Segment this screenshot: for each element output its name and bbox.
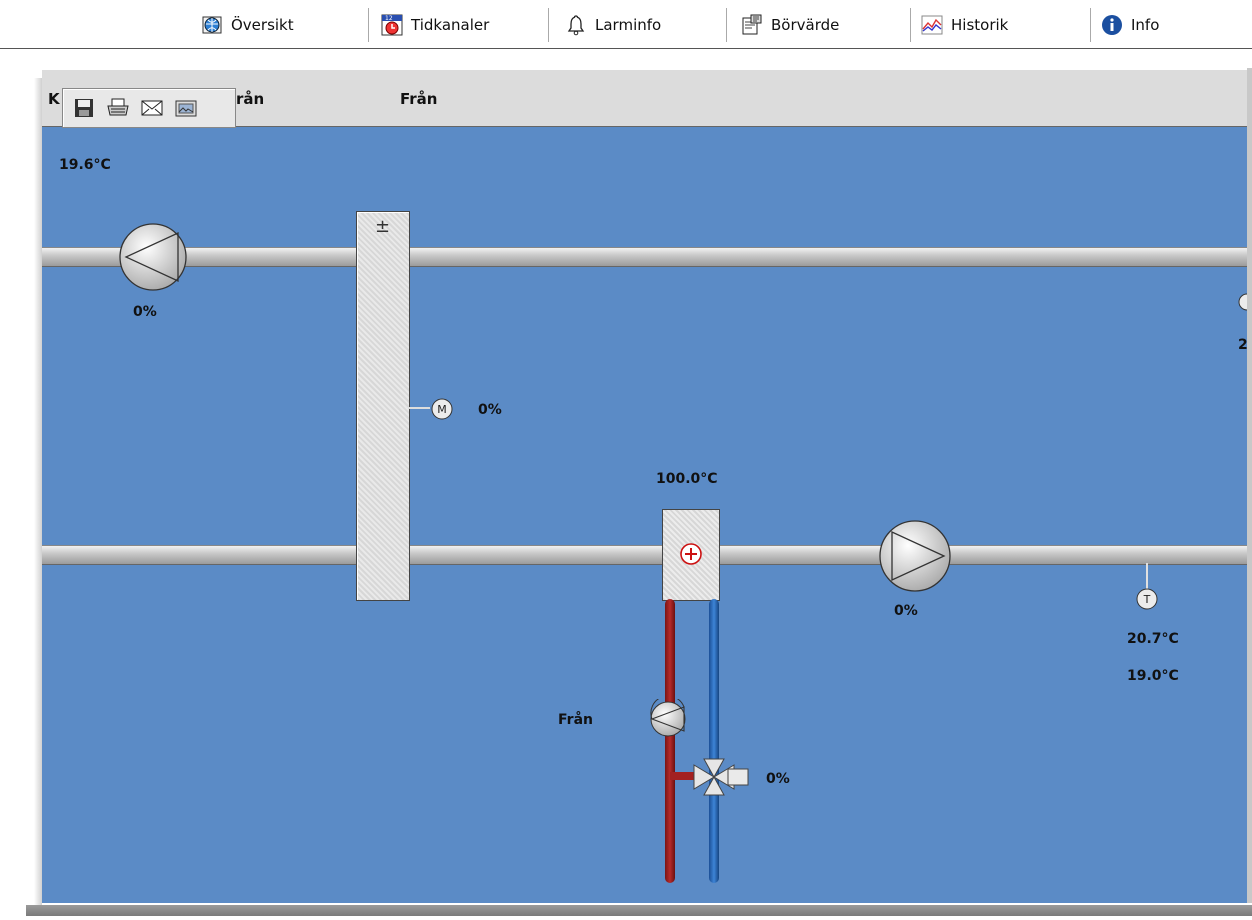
image-button[interactable]: [173, 95, 199, 121]
menu-oversikt[interactable]: Översikt: [200, 10, 294, 40]
menu-oversikt-label: Översikt: [231, 16, 294, 34]
motor-icon[interactable]: M: [430, 397, 454, 421]
window-shadow-left: [34, 78, 42, 905]
pump-icon[interactable]: [648, 699, 688, 739]
mail-icon: [141, 100, 163, 116]
heater-coil[interactable]: [662, 509, 720, 601]
svg-text:T: T: [1143, 593, 1151, 606]
cold-water-pipe: [709, 599, 719, 883]
process-canvas: 19.6°C 0% ± M 0% 100.0°C Från 0% 0% T 20…: [42, 127, 1247, 903]
exhaust-fan-icon[interactable]: [118, 222, 188, 292]
menu-borvarde-label: Börvärde: [771, 16, 840, 34]
heater-temp-value: 100.0°C: [656, 471, 718, 487]
svg-text:M: M: [437, 403, 447, 416]
mail-button[interactable]: [139, 95, 165, 121]
print-icon: [107, 98, 129, 116]
supply-fan-speed: 0%: [894, 603, 918, 619]
info-icon: [1102, 15, 1122, 35]
heat-exchanger[interactable]: ±: [356, 211, 410, 601]
supply-duct: [42, 545, 1247, 565]
menu-larminfo[interactable]: Larminfo: [564, 10, 661, 40]
supply-temp-value: 20.7°C: [1127, 631, 1179, 647]
bell-icon: [567, 15, 585, 36]
supply-fan-icon[interactable]: [878, 519, 952, 593]
temp-sensor-icon[interactable]: T: [1135, 587, 1159, 611]
menu-separator: [548, 8, 549, 42]
save-icon: [75, 99, 93, 117]
menu-larminfo-label: Larminfo: [595, 16, 662, 34]
supply-setpoint-value: 19.0°C: [1127, 668, 1179, 684]
save-button[interactable]: [71, 95, 97, 121]
outdoor-temp-value: 19.6°C: [59, 157, 111, 173]
valve-position: 0%: [766, 771, 790, 787]
image-icon: [175, 100, 197, 117]
header-status-1: rån: [236, 90, 265, 108]
calendar-clock-icon: 12: [381, 14, 403, 36]
motor-value: 0%: [478, 402, 502, 418]
vertical-scrollbar[interactable]: [1247, 68, 1252, 903]
exhaust-duct: [42, 247, 1247, 267]
menu-borvarde[interactable]: Börvärde: [740, 10, 839, 40]
menu-separator: [368, 8, 369, 42]
window-shadow-bottom: [26, 905, 1252, 916]
globe-icon: [202, 16, 222, 34]
menu-historik-label: Historik: [951, 16, 1009, 34]
settings-sheet-icon: [742, 14, 762, 35]
hot-water-pipe: [665, 599, 675, 883]
menu-info-label: Info: [1131, 16, 1160, 34]
pump-status: Från: [558, 712, 593, 728]
menu-separator: [1090, 8, 1091, 42]
menu-tidkanaler[interactable]: 12 Tidkanaler: [380, 10, 489, 40]
three-way-valve-icon[interactable]: [692, 757, 750, 797]
svg-text:12: 12: [385, 15, 393, 22]
menu-historik[interactable]: Historik: [920, 10, 1008, 40]
floating-toolbar: [62, 88, 236, 128]
top-menu-bar: Översikt 12 Tidkanaler Larminfo Börvärde: [0, 0, 1252, 49]
motor-connector: [408, 407, 430, 409]
menu-info[interactable]: Info: [1100, 10, 1159, 40]
menu-separator: [910, 8, 911, 42]
print-button[interactable]: [105, 95, 131, 121]
plus-minus-icon: ±: [375, 216, 391, 237]
sensor-stem: [1146, 563, 1148, 589]
partial-sensor-icon[interactable]: [1237, 292, 1247, 312]
menu-separator: [726, 8, 727, 42]
exhaust-fan-speed: 0%: [133, 304, 157, 320]
partial-value: 2: [1238, 337, 1247, 353]
menu-tidkanaler-label: Tidkanaler: [411, 16, 490, 34]
trend-chart-icon: [921, 15, 943, 35]
heater-plus-icon: [680, 543, 702, 565]
header-fragment: K: [48, 90, 60, 108]
header-status-2: Från: [400, 90, 438, 108]
